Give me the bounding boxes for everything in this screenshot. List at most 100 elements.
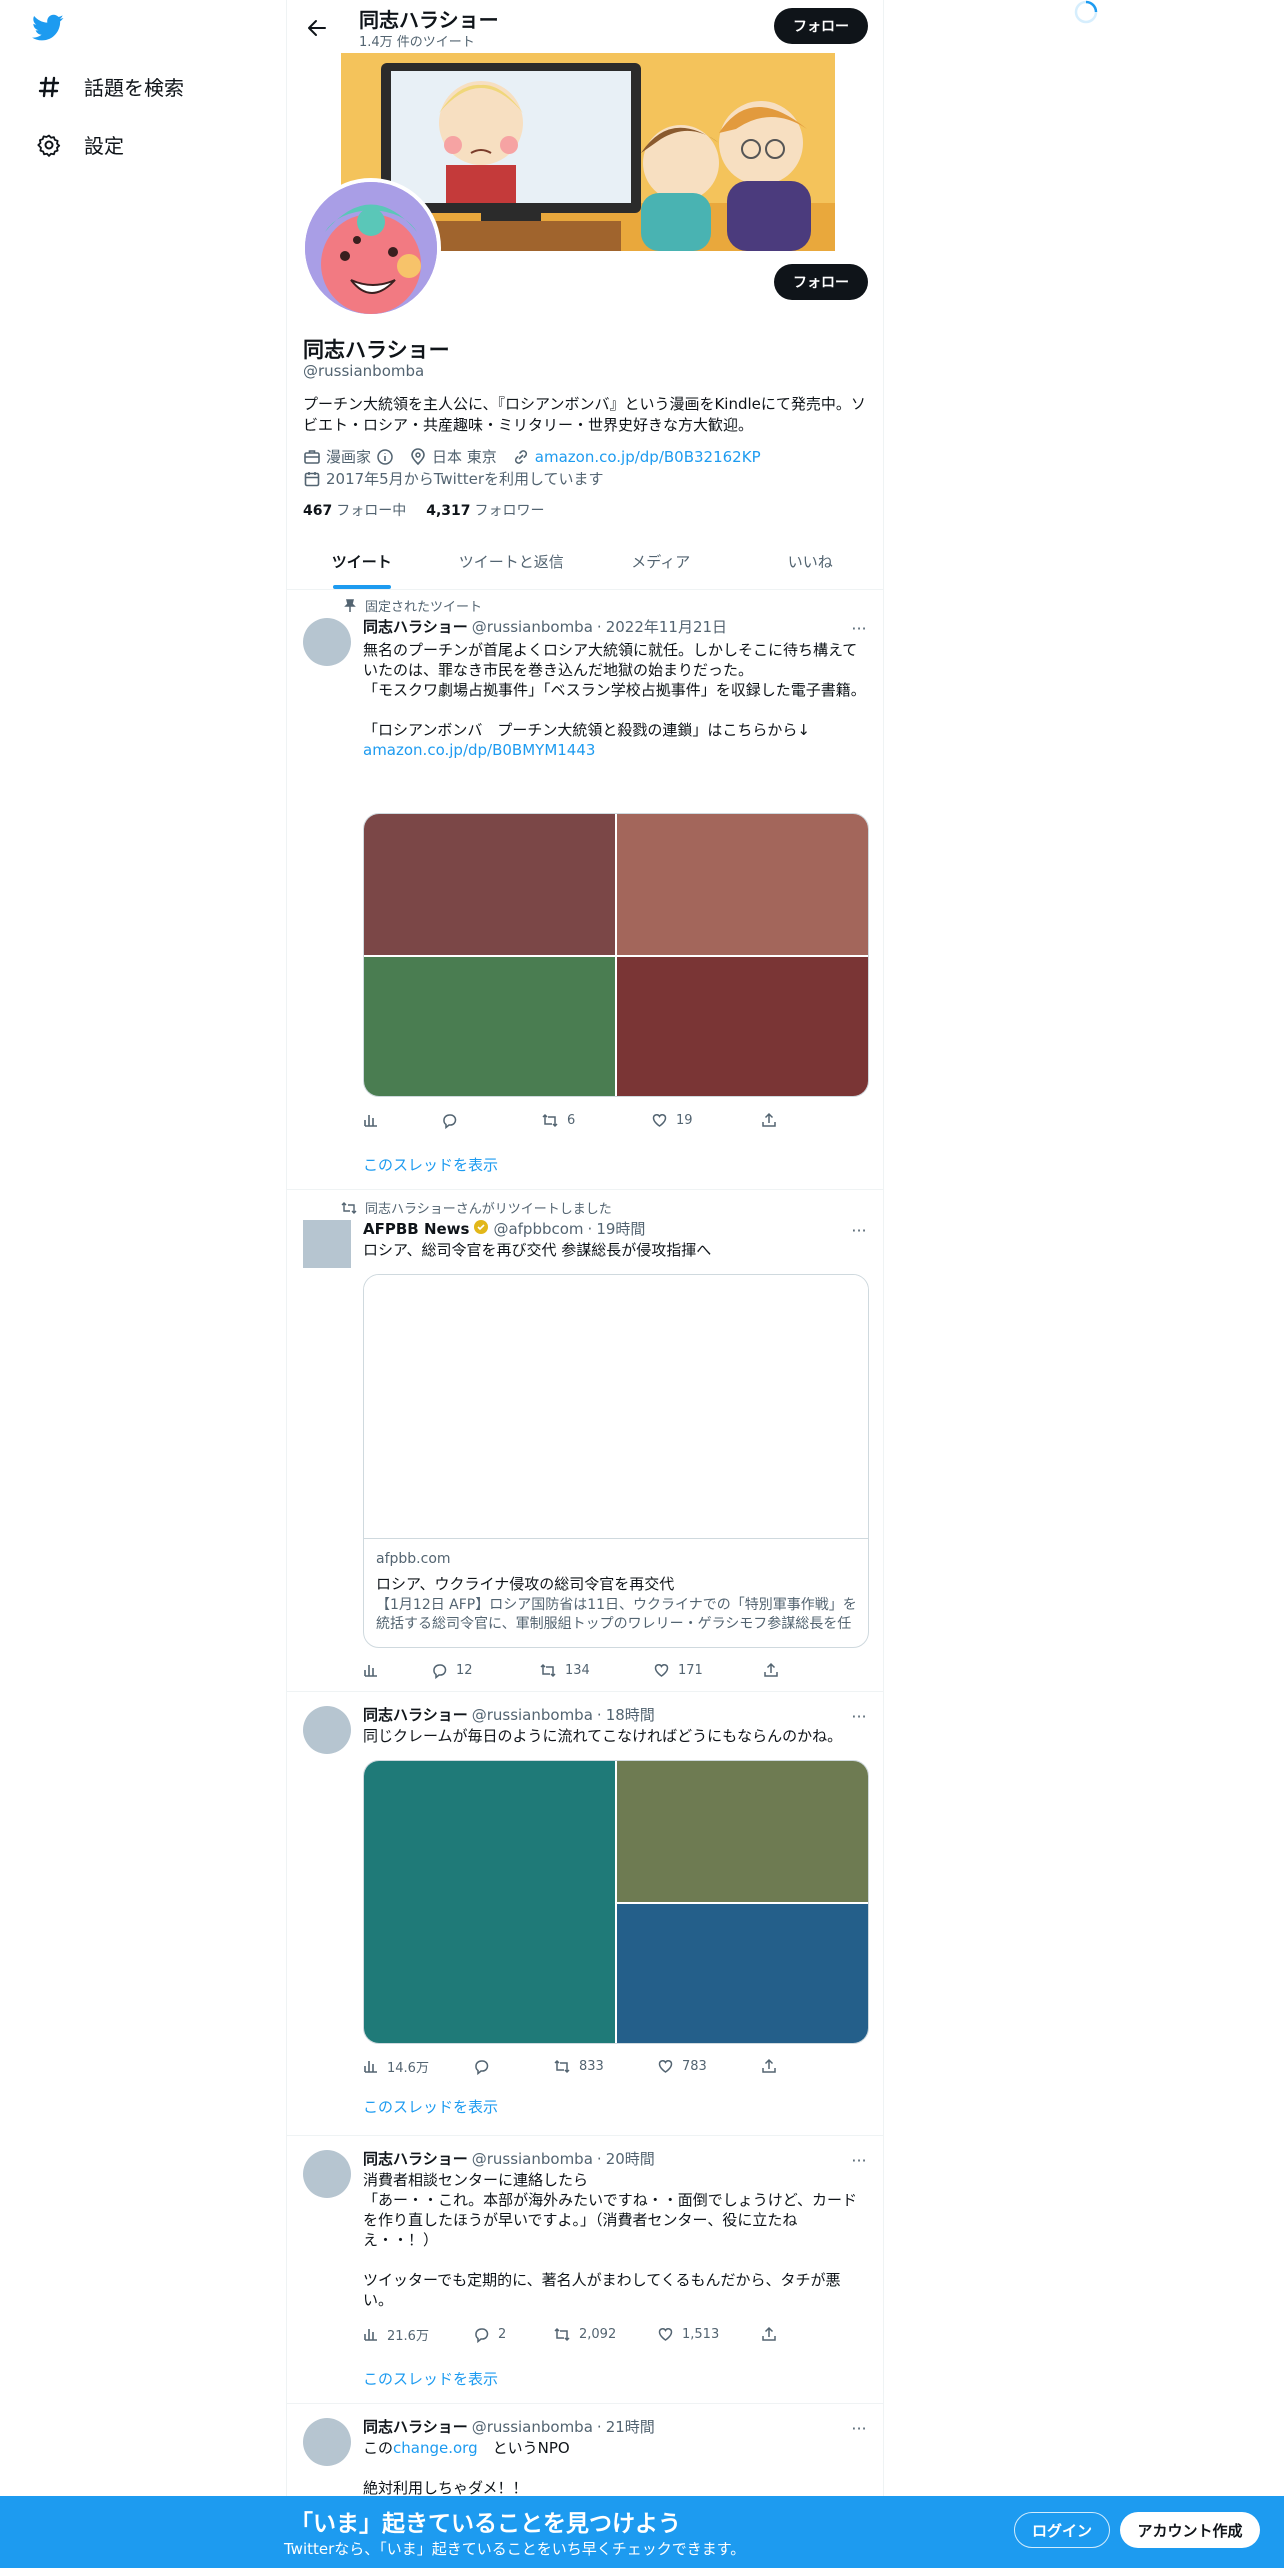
followers-link[interactable]: 4,317 フォロワー xyxy=(426,500,544,520)
tweet-avatar[interactable] xyxy=(303,1706,351,1754)
share-button[interactable] xyxy=(761,2058,777,2074)
tweet-link[interactable]: amazon.co.jp/dp/B0BMYM1443 xyxy=(363,741,595,759)
retweet-button[interactable]: 2,092 xyxy=(553,2326,657,2343)
tweet-text: 無名のプーチンが首尾よくロシア大統領に就任。しかしそこに待ち構えていたのは、罪な… xyxy=(363,640,869,760)
nav-explore[interactable]: 話題を検索 xyxy=(36,72,184,101)
profile-url-link[interactable]: amazon.co.jp/dp/B0B32162KP xyxy=(535,448,761,466)
signup-banner-title: 「いま」起きていることを見つけよう xyxy=(290,2511,681,2537)
views-button[interactable]: 14.6万 xyxy=(363,2057,473,2076)
tab-tweets-and-replies[interactable]: ツイートと返信 xyxy=(437,534,587,589)
tweet-media-image-3[interactable] xyxy=(617,1904,868,2043)
header-profile-name: 同志ハラショー xyxy=(359,8,499,32)
like-button[interactable]: 171 xyxy=(653,1662,763,1678)
tweet-date[interactable]: 21時間 xyxy=(606,2416,655,2437)
signup-button[interactable]: アカウント作成 xyxy=(1120,2512,1260,2548)
tweet-author-name[interactable]: 同志ハラショー xyxy=(363,2416,468,2437)
views-button[interactable]: 21.6万 xyxy=(363,2325,473,2344)
tweet-link[interactable]: change.org xyxy=(393,2439,478,2457)
tweet-media-image-2[interactable] xyxy=(617,814,868,955)
show-thread-link[interactable]: このスレッドを表示 xyxy=(363,2368,498,2389)
tweet-avatar[interactable] xyxy=(303,618,351,666)
more-options-icon[interactable]: ··· xyxy=(849,1706,869,1726)
tweet-media-image-4[interactable] xyxy=(617,957,868,1096)
reply-button[interactable]: 2 xyxy=(473,2326,553,2343)
info-icon[interactable] xyxy=(376,448,394,466)
more-options-icon[interactable]: ··· xyxy=(849,1220,869,1240)
like-button[interactable]: 783 xyxy=(657,2058,761,2074)
profile-avatar[interactable] xyxy=(301,178,441,318)
header-follow-button[interactable]: フォロー xyxy=(774,8,868,44)
share-button[interactable] xyxy=(763,1662,779,1678)
more-options-icon[interactable]: ··· xyxy=(849,2418,869,2438)
profile-follow-button[interactable]: フォロー xyxy=(774,264,868,300)
tweet-header: 同志ハラショー @russianbomba · 20時間 xyxy=(363,2148,655,2169)
tweet-avatar[interactable] xyxy=(303,2418,351,2466)
share-icon xyxy=(762,2326,776,2341)
like-button[interactable]: 1,513 xyxy=(657,2326,761,2342)
tweet-author-handle[interactable]: @russianbomba xyxy=(472,2418,593,2436)
retweet-context-icon xyxy=(337,1201,357,1215)
like-button[interactable]: 19 xyxy=(651,1112,761,1128)
more-options-icon[interactable]: ··· xyxy=(849,2150,869,2170)
tweet-date[interactable]: 2022年11月21日 xyxy=(606,616,727,637)
retweet-button[interactable]: 6 xyxy=(541,1112,651,1129)
tweet-media-grid[interactable] xyxy=(363,1760,869,2044)
tweet-date[interactable]: 19時間 xyxy=(596,1218,645,1239)
analytics-icon xyxy=(364,2329,377,2341)
tweet[interactable]: 同志ハラショー @russianbomba · 18時間 ··· 同じクレームが… xyxy=(287,1692,883,2136)
tweet-date[interactable]: 18時間 xyxy=(606,1704,655,1725)
followers-count: 4,317 xyxy=(426,503,471,519)
like-count: 171 xyxy=(678,1662,703,1678)
tweet-author-name[interactable]: 同志ハラショー xyxy=(363,2148,468,2169)
retweet-button[interactable]: 134 xyxy=(539,1662,653,1679)
reply-icon xyxy=(475,2327,489,2343)
retweet-icon xyxy=(554,2059,570,2073)
login-button[interactable]: ログイン xyxy=(1014,2512,1110,2548)
link-card[interactable]: afpbb.com ロシア、ウクライナ侵攻の総司令官を再交代 【1月12日 AF… xyxy=(363,1274,869,1648)
tweet-date[interactable]: 20時間 xyxy=(606,2148,655,2169)
tweet-text-continued: 絶対利用しちゃダメ！！ xyxy=(363,2479,528,2497)
back-arrow-icon[interactable] xyxy=(301,12,333,44)
link-card-image[interactable] xyxy=(364,1275,868,1539)
tweet-media-image-1[interactable] xyxy=(364,1761,615,2043)
briefcase-icon xyxy=(304,449,320,464)
tab-media[interactable]: メディア xyxy=(586,534,736,589)
tweet-pinned[interactable]: 固定されたツイート 同志ハラショー @russianbomba · 2022年1… xyxy=(287,590,883,1190)
tweet-author-name[interactable]: 同志ハラショー xyxy=(363,616,468,637)
tweet-media-image-1[interactable] xyxy=(364,814,615,955)
nav-settings[interactable]: 設定 xyxy=(36,130,124,159)
show-thread-link[interactable]: このスレッドを表示 xyxy=(363,2096,498,2117)
tweet-separator: · xyxy=(596,617,602,636)
views-button[interactable] xyxy=(363,1662,431,1678)
following-link[interactable]: 467 フォロー中 xyxy=(303,500,406,520)
verified-badge-icon xyxy=(473,1219,489,1239)
retweet-button[interactable]: 833 xyxy=(553,2058,657,2075)
twitter-bird-icon[interactable] xyxy=(32,14,64,42)
reply-button[interactable] xyxy=(473,2058,553,2075)
tweet-author-name[interactable]: 同志ハラショー xyxy=(363,1704,468,1725)
link-icon xyxy=(514,449,527,464)
tweet-avatar[interactable] xyxy=(303,2150,351,2198)
tweet-author-handle[interactable]: @russianbomba xyxy=(472,618,593,636)
tweet-avatar[interactable] xyxy=(303,1220,351,1268)
reply-button[interactable] xyxy=(441,1112,541,1129)
tweet-author-handle[interactable]: @russianbomba xyxy=(472,2150,593,2168)
calendar-icon xyxy=(304,471,320,486)
tweet-media-grid[interactable] xyxy=(363,813,869,1097)
tab-likes[interactable]: いいね xyxy=(736,534,884,589)
more-options-icon[interactable]: ··· xyxy=(849,618,869,638)
tweet-retweeted[interactable]: 同志ハラショーさんがリツイートしました AFPBB News @afpbbcom… xyxy=(287,1190,883,1692)
show-thread-link[interactable]: このスレッドを表示 xyxy=(363,1154,498,1175)
views-button[interactable] xyxy=(363,1112,441,1128)
share-button[interactable] xyxy=(761,2326,777,2342)
tweet-media-image-3[interactable] xyxy=(364,957,615,1096)
like-count: 1,513 xyxy=(682,2326,720,2342)
tweet-author-name[interactable]: AFPBB News xyxy=(363,1220,469,1238)
share-button[interactable] xyxy=(761,1112,777,1128)
tweet-media-image-2[interactable] xyxy=(617,1761,868,1902)
tweet[interactable]: 同志ハラショー @russianbomba · 20時間 ··· 消費者相談セン… xyxy=(287,2136,883,2404)
tab-tweets[interactable]: ツイート xyxy=(287,534,437,589)
tweet-author-handle[interactable]: @russianbomba xyxy=(472,1706,593,1724)
reply-button[interactable]: 12 xyxy=(431,1662,539,1679)
tweet-author-handle[interactable]: @afpbbcom xyxy=(493,1220,583,1238)
